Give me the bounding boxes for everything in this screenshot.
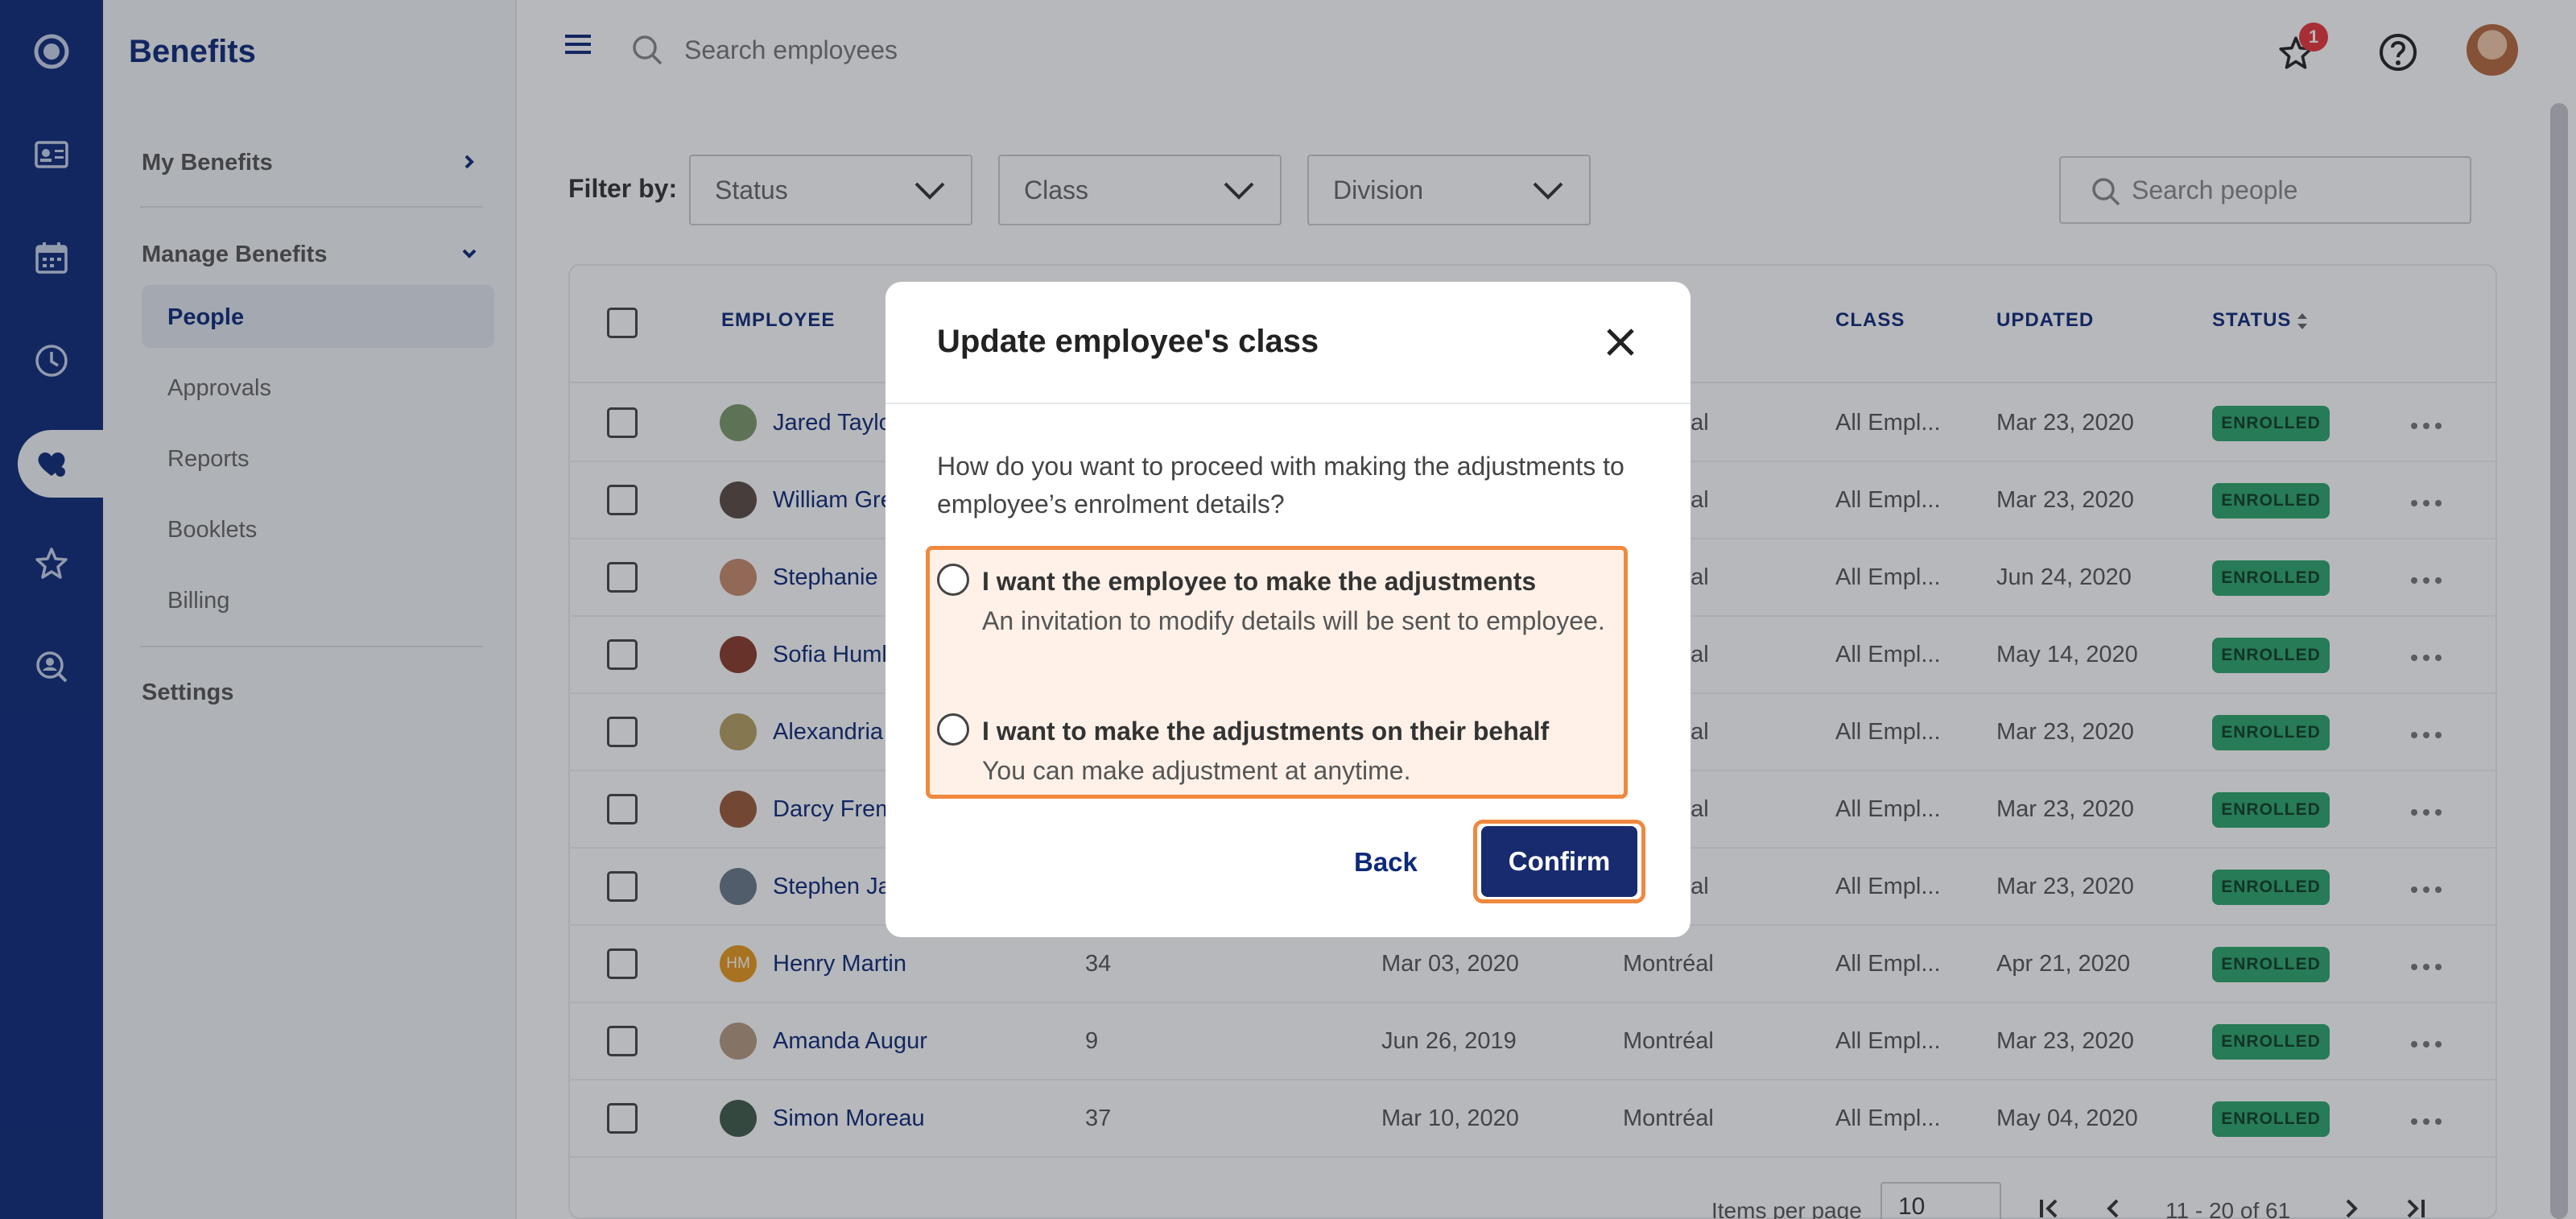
update-class-dialog: Update employee's class How do you want … (886, 282, 1690, 937)
dialog-question: How do you want to proceed with making t… (937, 452, 1624, 519)
dialog-divider (886, 403, 1690, 404)
confirm-button[interactable]: Confirm (1481, 826, 1637, 897)
option-employee-description: An invitation to modify details will be … (982, 606, 1605, 635)
option-behalf-description: You can make adjustment at anytime. (982, 756, 1411, 785)
dialog-title: Update employee's class (937, 324, 1319, 359)
option-behalf-title[interactable]: I want to make the adjustments on their … (982, 717, 1549, 746)
option-behalf-radio[interactable] (937, 713, 969, 746)
back-button[interactable]: Back (1354, 847, 1418, 878)
close-icon[interactable] (1597, 319, 1644, 366)
option-employee-title[interactable]: I want the employee to make the adjustme… (982, 567, 1536, 597)
option-employee-radio[interactable] (937, 564, 969, 596)
